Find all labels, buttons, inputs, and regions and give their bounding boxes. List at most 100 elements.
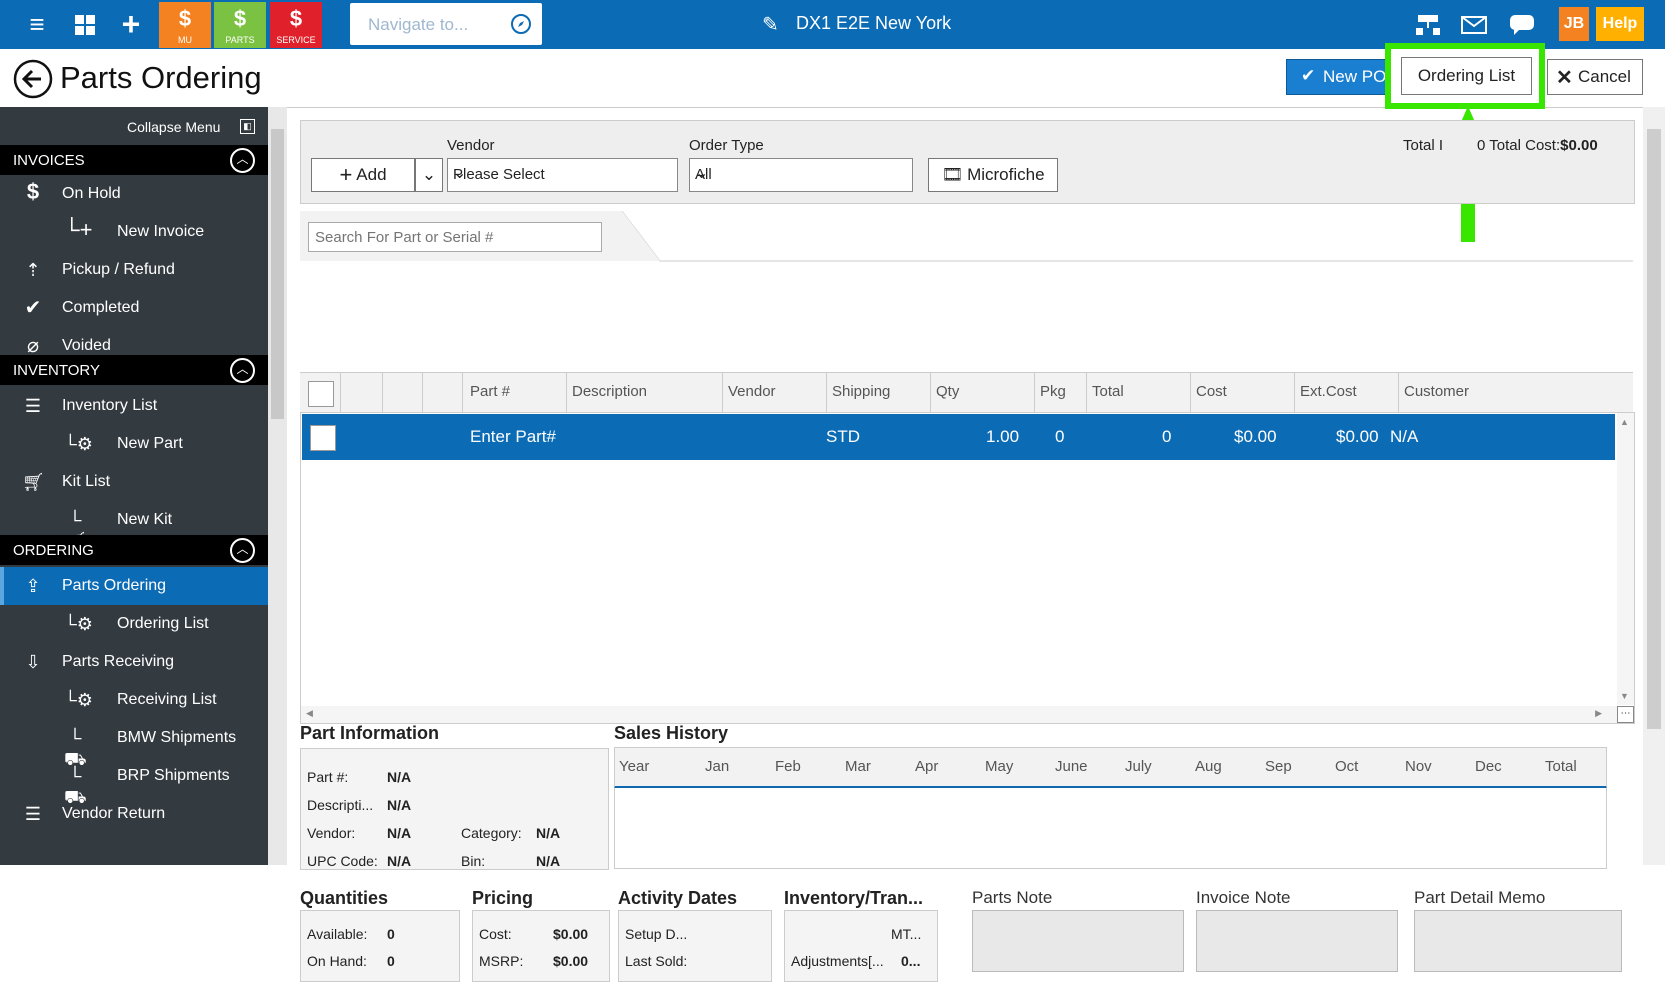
column-header-shipping[interactable]: Shipping <box>832 383 890 400</box>
sidebar-scrollbar[interactable] <box>268 107 287 865</box>
sidebar-item-new-invoice[interactable]: └+ New Invoice <box>0 213 268 251</box>
page-header: Parts Ordering ✔ New PO Ordering List ✕ … <box>0 43 1665 109</box>
column-header-pkg[interactable]: Pkg <box>1040 383 1066 400</box>
plus-icon: + <box>339 162 353 187</box>
chevron-up-icon[interactable]: ︿ <box>230 538 255 563</box>
dashboard-grid-icon[interactable] <box>62 0 108 49</box>
check-icon: ✔ <box>1301 66 1316 85</box>
scroll-down-icon[interactable]: ▼ <box>1620 691 1629 701</box>
select-all-checkbox[interactable] <box>308 381 334 407</box>
chevron-up-icon[interactable]: ︿ <box>230 358 255 383</box>
page-scrollbar[interactable] <box>1643 107 1665 865</box>
sidebar-item-inventory-list[interactable]: ☰ Inventory List <box>0 387 268 425</box>
vendor-select[interactable]: Please Select ⌄ <box>447 158 678 192</box>
ordering-list-button[interactable]: Ordering List <box>1401 57 1532 95</box>
collapse-menu-label[interactable]: Collapse Menu <box>127 119 220 135</box>
sidebar-item-brp-shipments[interactable]: └⛟ BRP Shipments <box>0 757 268 807</box>
inventory-tran-title: Inventory/Tran... <box>784 888 924 908</box>
refund-icon: ⇡ <box>25 260 41 280</box>
column-header-cost[interactable]: Cost <box>1196 383 1227 400</box>
row-total: 0 <box>1162 427 1172 446</box>
scroll-left-icon[interactable]: ◀ <box>306 708 313 719</box>
column-header-description[interactable]: Description <box>572 383 647 400</box>
search-input[interactable] <box>308 222 602 252</box>
more-options-icon[interactable]: ⋯ <box>1617 706 1634 723</box>
order-type-select[interactable]: All ⌄ <box>689 158 913 192</box>
list-icon: ☰ <box>24 396 42 416</box>
parts-note-field[interactable] <box>972 910 1184 972</box>
chevron-down-icon: ⌄ <box>695 165 709 182</box>
column-header-qty[interactable]: Qty <box>936 383 959 400</box>
sales-history-body <box>614 788 1607 869</box>
chat-icon[interactable] <box>1502 0 1542 49</box>
column-header-customer[interactable]: Customer <box>1404 383 1469 400</box>
row-ext-cost: $0.00 <box>1336 427 1379 446</box>
help-button[interactable]: Help <box>1596 7 1644 41</box>
section-invoices[interactable]: INVOICES ︿ <box>0 145 268 175</box>
sidebar-item-pickup-refund[interactable]: ⇡ Pickup / Refund <box>0 251 268 289</box>
row-part[interactable]: Enter Part# <box>470 427 556 447</box>
page-title: Parts Ordering <box>60 60 262 95</box>
network-icon[interactable] <box>1408 0 1448 49</box>
sidebar-item-vendor-return[interactable]: ☰ Vendor Return <box>0 795 268 833</box>
user-avatar[interactable]: JB <box>1559 7 1589 41</box>
scroll-up-icon[interactable]: ▲ <box>1620 417 1629 427</box>
sidebar-item-ordering-list[interactable]: └⚙ Ordering List <box>0 605 268 643</box>
sales-history-header: Year Jan Feb Mar Apr May June July Aug S… <box>614 747 1607 789</box>
mu-icon: $ <box>178 6 192 31</box>
mu-tile-button[interactable]: $ MU <box>159 2 211 48</box>
row-pkg: 0 <box>1055 427 1065 446</box>
column-header-vendor[interactable]: Vendor <box>728 383 776 400</box>
top-bar: ≡ + $ MU $ PARTS $ SERVICE Navigate to..… <box>0 0 1665 49</box>
parts-tile-button[interactable]: $ PARTS <box>214 2 266 48</box>
sidebar-item-bmw-shipments[interactable]: └⛟ BMW Shipments <box>0 719 268 769</box>
column-header-part[interactable]: Part # <box>470 383 510 400</box>
column-header-ext-cost[interactable]: Ext.Cost <box>1300 383 1357 400</box>
cart-icon: 🛒︎ <box>22 472 45 492</box>
collapse-menu-icon[interactable]: ◧ <box>240 119 255 134</box>
sidebar-item-completed[interactable]: ✔ Completed <box>0 289 268 327</box>
new-po-button[interactable]: ✔ New PO <box>1286 59 1388 95</box>
activity-dates-title: Activity Dates <box>618 888 738 908</box>
service-tile-button[interactable]: $ SERVICE <box>270 2 322 48</box>
store-name[interactable]: DX1 E2E New York <box>796 13 951 34</box>
mail-icon[interactable] <box>1454 0 1494 49</box>
compass-icon <box>511 14 531 34</box>
part-info-title: Part Information <box>300 723 440 743</box>
sidebar-item-kit-list[interactable]: 🛒︎ Kit List <box>0 463 268 501</box>
edit-pencil-icon[interactable]: ✎ <box>762 12 779 37</box>
chevron-up-icon[interactable]: ︿ <box>230 148 255 173</box>
parts-icon: $ <box>233 6 247 31</box>
row-shipping: STD <box>826 427 860 446</box>
page-scrollbar-thumb[interactable] <box>1647 129 1661 729</box>
add-plus-icon[interactable]: + <box>108 0 154 49</box>
grid-header: Part # Description Vendor Shipping Qty P… <box>300 372 1633 414</box>
sidebar-item-new-part[interactable]: └⚙ New Part <box>0 425 268 463</box>
add-button[interactable]: + Add <box>311 158 415 192</box>
grid-vscrollbar[interactable]: ▲ ▼ <box>1617 413 1634 705</box>
parts-note-title: Parts Note <box>972 888 1053 907</box>
sidebar-item-parts-ordering[interactable]: ⇪ Parts Ordering <box>0 567 268 605</box>
sidebar-item-receiving-list[interactable]: └⚙ Receiving List <box>0 681 268 719</box>
back-arrow-icon[interactable] <box>13 59 53 99</box>
main-content: Vendor Order Type + Add ⌄ Please Select ⌄ … <box>300 107 1635 982</box>
row-qty: 1.00 <box>986 427 1020 446</box>
invoice-note-field[interactable] <box>1196 910 1398 972</box>
sidebar-item-on-hold[interactable]: $ On Hold <box>0 175 268 213</box>
chevron-down-icon: ⌄ <box>453 165 467 182</box>
sidebar-item-new-kit[interactable]: └🛒︎New Kit <box>0 501 268 551</box>
part-detail-memo-field[interactable] <box>1414 910 1622 972</box>
scroll-right-icon[interactable]: ▶ <box>1595 708 1602 719</box>
sidebar-item-parts-receiving[interactable]: ⇩ Parts Receiving <box>0 643 268 681</box>
grid-hscrollbar[interactable]: ◀ ▶ <box>301 706 1617 723</box>
section-inventory[interactable]: INVENTORY ︿ <box>0 355 268 385</box>
table-row[interactable]: Enter Part# STD 1.00 0 0 $0.00 $0.00 N/A <box>302 414 1615 460</box>
microfiche-button[interactable]: 🎞︎ Microfiche <box>928 158 1058 192</box>
column-header-total[interactable]: Total <box>1092 383 1124 400</box>
navigate-input[interactable]: Navigate to... <box>350 3 542 45</box>
hamburger-menu-icon[interactable]: ≡ <box>14 0 60 49</box>
row-checkbox[interactable] <box>310 425 336 451</box>
add-dropdown-button[interactable]: ⌄ <box>415 158 443 192</box>
cancel-button[interactable]: ✕ Cancel <box>1547 59 1643 95</box>
section-ordering[interactable]: ORDERING ︿ <box>0 535 268 565</box>
